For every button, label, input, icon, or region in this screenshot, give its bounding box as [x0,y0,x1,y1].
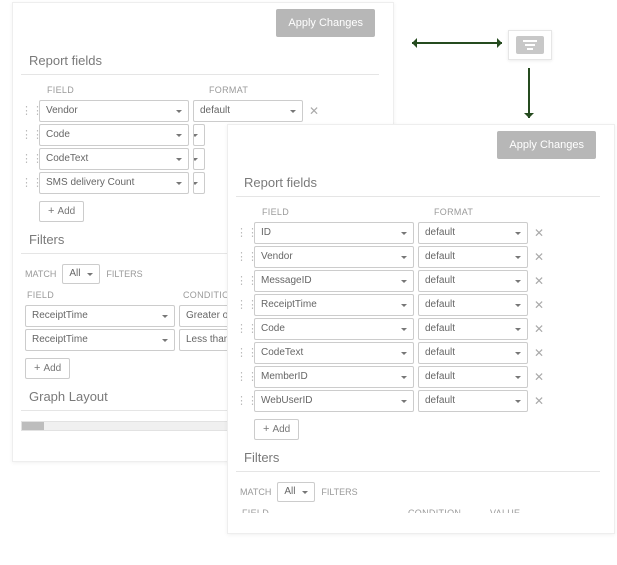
plus-icon: + [34,363,40,374]
add-field-button[interactable]: + Add [39,201,84,222]
apply-button[interactable]: Apply Changes [497,131,596,159]
format-select[interactable]: default [418,222,528,244]
drag-handle-icon[interactable]: ⋮⋮ [236,396,250,407]
filter-field-select[interactable]: ReceiptTime [25,305,175,327]
field-row: ⋮⋮ ReceiptTimedefault ✕ [236,293,600,317]
remove-icon[interactable]: ✕ [532,250,546,264]
field-select[interactable]: Code [39,124,189,146]
format-select[interactable]: default [418,246,528,268]
remove-icon[interactable]: ✕ [532,370,546,384]
field-row: ⋮⋮ Vendordefault ✕ [21,99,379,123]
drag-handle-icon[interactable]: ⋮⋮ [236,372,250,383]
format-select[interactable]: default [418,294,528,316]
drag-handle-icon[interactable]: ⋮⋮ [236,252,250,263]
field-select[interactable]: CodeText [254,342,414,364]
filter-field-select[interactable]: ReceiptTime [25,329,175,351]
filter-icon [516,36,544,54]
field-row: ⋮⋮ IDdefault ✕ [236,221,600,245]
format-select[interactable] [193,148,205,170]
drag-handle-icon[interactable]: ⋮⋮ [236,348,250,359]
remove-icon[interactable]: ✕ [532,322,546,336]
format-select[interactable] [193,172,205,194]
format-select[interactable]: default [418,342,528,364]
format-select[interactable]: default [418,390,528,412]
field-select[interactable]: MessageID [254,270,414,292]
add-label: Add [43,363,61,374]
field-select[interactable]: Vendor [254,246,414,268]
drag-handle-icon[interactable]: ⋮⋮ [21,154,35,165]
match-label: MATCH [240,487,271,497]
format-select[interactable]: default [418,366,528,388]
remove-icon[interactable]: ✕ [532,346,546,360]
section-filters: Filters [236,440,600,472]
format-select[interactable]: default [418,318,528,340]
col-field: FIELD [27,290,183,300]
drag-handle-icon[interactable]: ⋮⋮ [236,324,250,335]
field-row: ⋮⋮ WebUserIDdefault ✕ [236,389,600,413]
drag-handle-icon[interactable]: ⋮⋮ [21,106,35,117]
add-filter-button[interactable]: + Add [25,358,70,379]
format-select[interactable]: default [193,100,303,122]
remove-icon[interactable]: ✕ [532,274,546,288]
field-row: ⋮⋮ MemberIDdefault ✕ [236,365,600,389]
remove-icon[interactable]: ✕ [532,226,546,240]
field-select[interactable]: CodeText [39,148,189,170]
col-value: VALUE [490,508,520,513]
field-select[interactable]: WebUserID [254,390,414,412]
remove-icon[interactable]: ✕ [307,104,321,118]
arrow-horizontal [412,42,502,44]
arrow-vertical [528,68,530,118]
match-select[interactable]: All [277,482,315,502]
col-field: FIELD [47,85,209,95]
col-format: FORMAT [209,85,248,95]
col-field: FIELD [262,207,434,217]
remove-icon[interactable]: ✕ [532,394,546,408]
drag-handle-icon[interactable]: ⋮⋮ [236,228,250,239]
drag-handle-icon[interactable]: ⋮⋮ [21,178,35,189]
plus-icon: + [263,424,269,435]
remove-icon[interactable]: ✕ [532,298,546,312]
section-report-fields: Report fields [21,43,379,75]
plus-icon: + [48,206,54,217]
field-row: ⋮⋮ MessageIDdefault ✕ [236,269,600,293]
apply-button[interactable]: Apply Changes [276,9,375,37]
config-panel-expanded: Apply Changes Report fields FIELD FORMAT… [227,124,615,534]
add-label: Add [272,424,290,435]
field-select[interactable]: MemberID [254,366,414,388]
filters-label: FILTERS [106,269,142,279]
match-label: MATCH [25,269,56,279]
field-select[interactable]: Vendor [39,100,189,122]
add-field-button[interactable]: + Add [254,419,299,440]
field-select[interactable]: ReceiptTime [254,294,414,316]
format-select[interactable]: default [418,270,528,292]
field-row: ⋮⋮ Codedefault ✕ [236,317,600,341]
filter-toggle-button[interactable] [508,30,552,60]
field-select[interactable]: ID [254,222,414,244]
col-condition: CONDITION [408,508,490,513]
col-format: FORMAT [434,207,473,217]
match-select[interactable]: All [62,264,100,284]
field-row: ⋮⋮ CodeTextdefault ✕ [236,341,600,365]
format-select[interactable] [193,124,205,146]
filters-label: FILTERS [321,487,357,497]
field-select[interactable]: Code [254,318,414,340]
add-label: Add [57,206,75,217]
col-field: FIELD [242,508,408,513]
section-report-fields: Report fields [236,165,600,197]
field-row: ⋮⋮ Vendordefault ✕ [236,245,600,269]
drag-handle-icon[interactable]: ⋮⋮ [236,276,250,287]
field-select[interactable]: SMS delivery Count [39,172,189,194]
drag-handle-icon[interactable]: ⋮⋮ [236,300,250,311]
drag-handle-icon[interactable]: ⋮⋮ [21,130,35,141]
